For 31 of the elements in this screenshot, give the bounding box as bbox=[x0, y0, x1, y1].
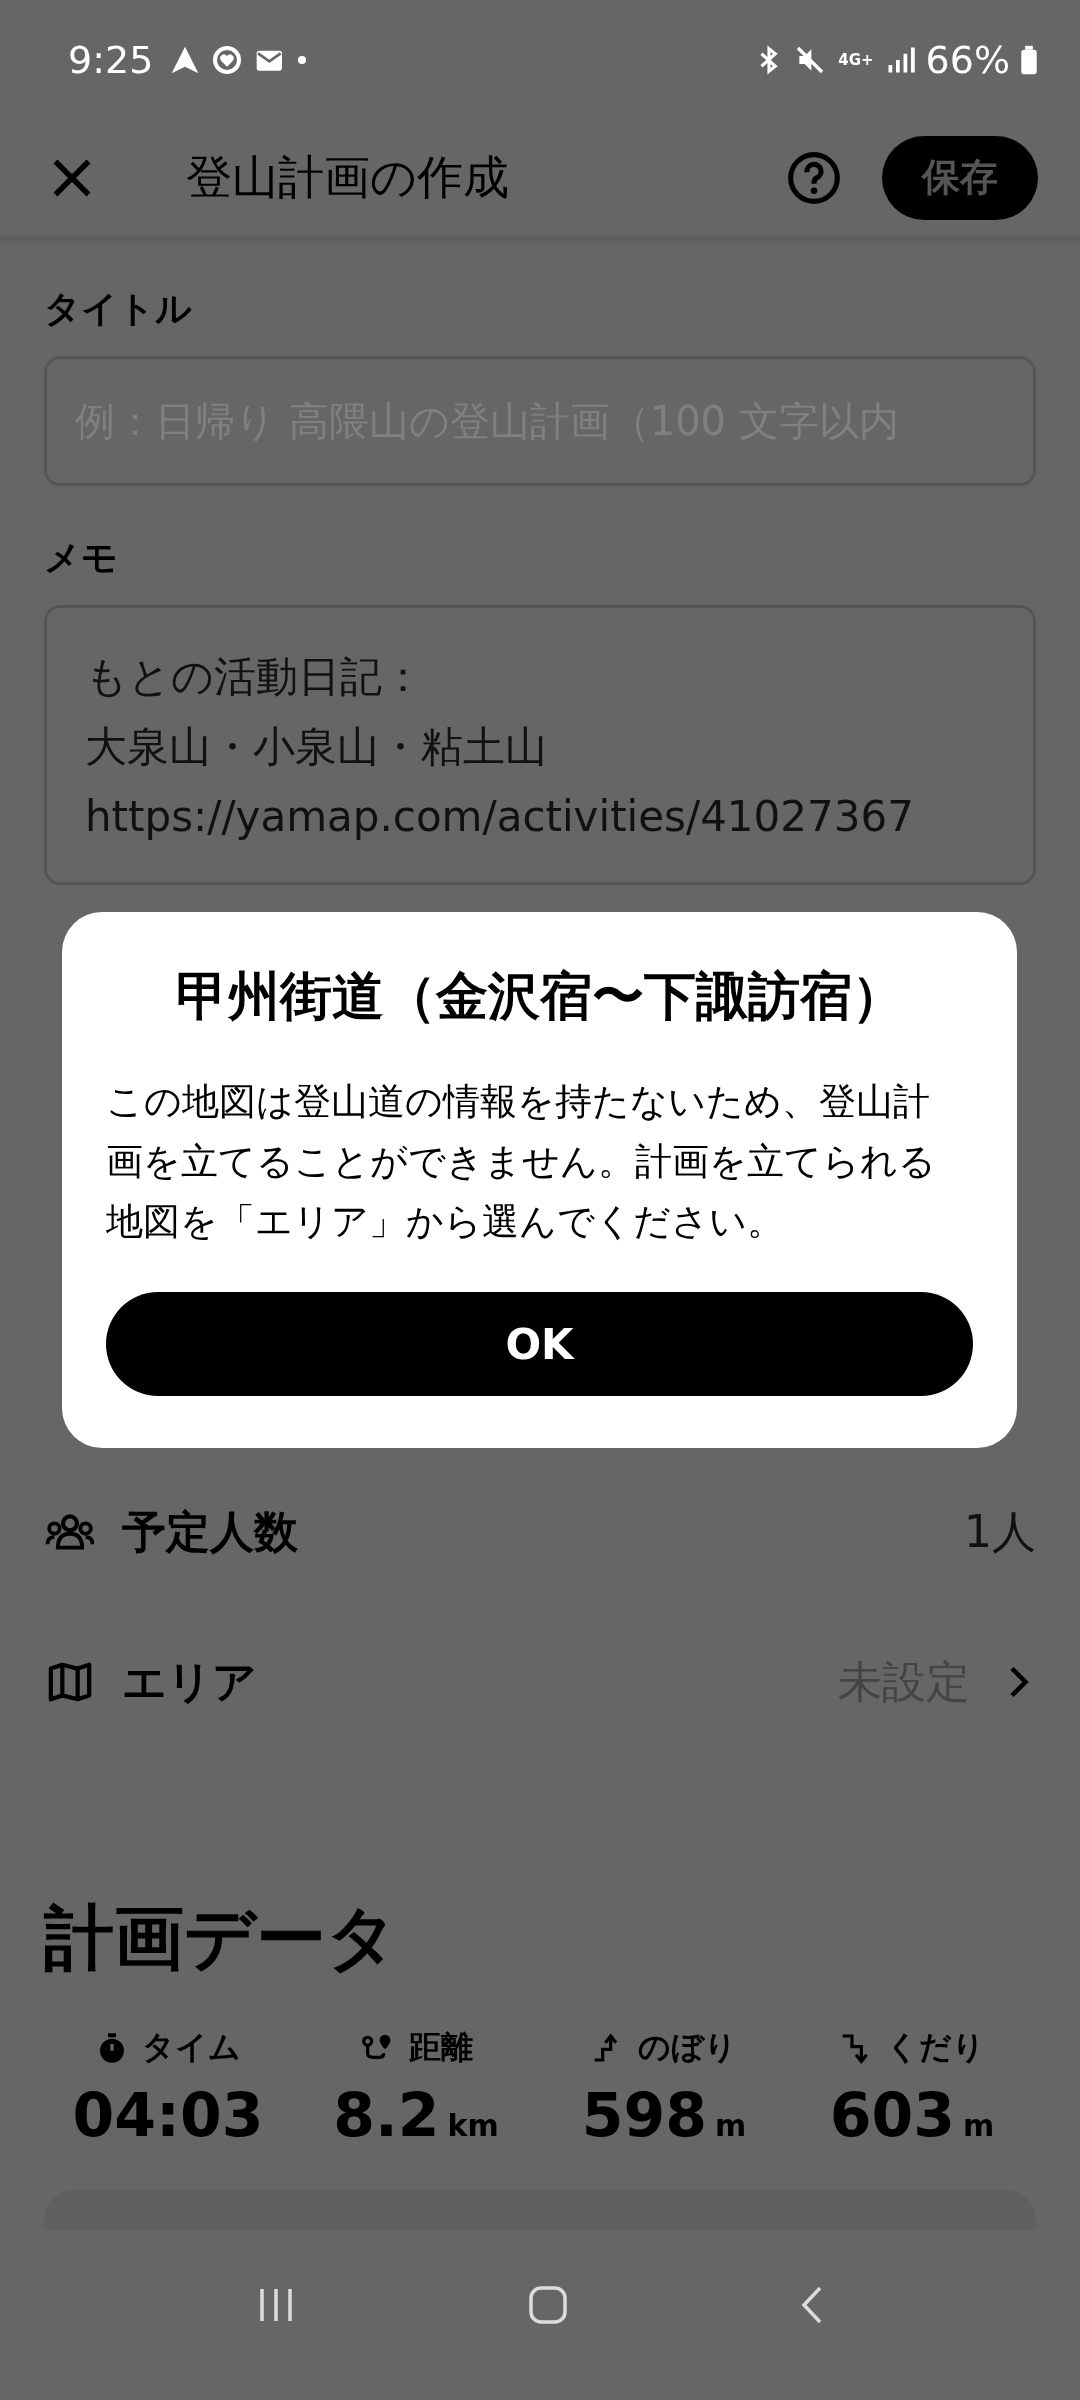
battery-level: 66% bbox=[925, 37, 1010, 82]
ok-button[interactable]: OK bbox=[106, 1292, 973, 1396]
dialog-title: 甲州街道（金沢宿〜下諏訪宿） bbox=[174, 965, 905, 1028]
stat-unit: m bbox=[963, 2108, 995, 2144]
dot-icon bbox=[297, 54, 308, 65]
stat-value: 603 bbox=[829, 2080, 955, 2151]
page-title: 登山計画の作成 bbox=[186, 148, 509, 206]
memo-field[interactable]: もとの活動日記： 大泉山・小泉山・粘土山 https://yamap.com/activities/41027367 bbox=[44, 605, 1036, 886]
help-icon[interactable] bbox=[786, 149, 842, 206]
battery-icon bbox=[1020, 43, 1038, 76]
stat-value: 04:03 bbox=[72, 2080, 264, 2151]
dialog-message: この地図は登山道の情報を持たないため、登山計画を立てることができません。計画を立てられる地図を「エリア」から選んでください。 bbox=[106, 1079, 937, 1245]
status-time: 9:25 bbox=[68, 37, 154, 82]
stat-label: のぼり bbox=[637, 2027, 737, 2069]
stat-unit: m bbox=[715, 2108, 747, 2144]
field-label: メモ bbox=[44, 536, 119, 581]
stat-unit: km bbox=[447, 2108, 499, 2144]
field-label: タイトル bbox=[44, 287, 193, 332]
network-type: 4G+ bbox=[837, 49, 875, 70]
stat-label: 距離 bbox=[409, 2027, 473, 2069]
stat-label: タイム bbox=[141, 2027, 241, 2069]
section-heading: 計画データ bbox=[44, 1896, 399, 1982]
stat-label: くだり bbox=[885, 2027, 985, 2069]
row-label: 予定人数 bbox=[122, 1504, 298, 1559]
home-icon[interactable] bbox=[528, 2285, 568, 2326]
row-value: 1人 bbox=[964, 1504, 1036, 1559]
row-label: エリア bbox=[122, 1654, 257, 1709]
back-icon[interactable] bbox=[800, 2285, 824, 2326]
stat-value: 598 bbox=[581, 2080, 707, 2151]
stat-value: 8.2 bbox=[333, 2080, 440, 2151]
save-button[interactable]: 保存 bbox=[882, 135, 1038, 220]
